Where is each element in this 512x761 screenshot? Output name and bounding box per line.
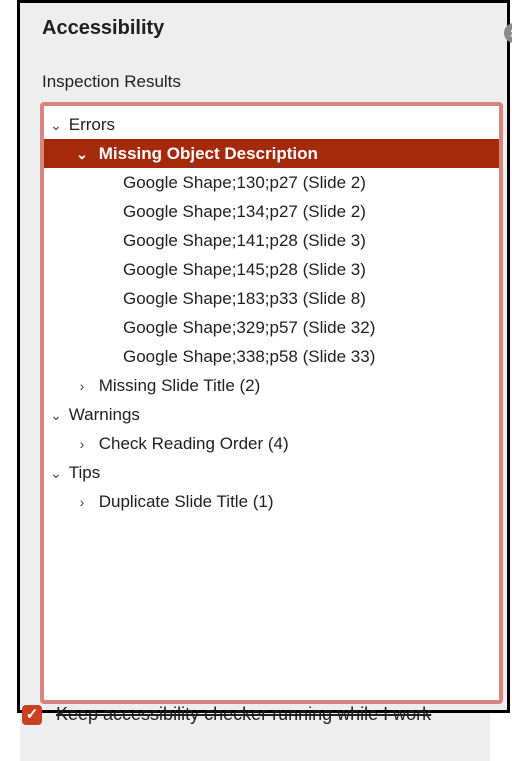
chevron-down-icon: ⌄ xyxy=(76,146,88,162)
tree-item-object[interactable]: Google Shape;134;p27 (Slide 2) xyxy=(44,197,499,226)
tree-item-missing-object-description[interactable]: ⌄ Missing Object Description xyxy=(44,139,499,168)
tree-item-label: Duplicate Slide Title (1) xyxy=(98,492,274,511)
tree-item-warnings[interactable]: ⌄ Warnings xyxy=(44,400,499,429)
tree-item-label: Missing Slide Title (2) xyxy=(98,376,261,395)
tree-item-object[interactable]: Google Shape;183;p33 (Slide 8) xyxy=(44,284,499,313)
keep-running-label: Keep accessibility checker running while… xyxy=(56,704,432,724)
keep-running-checkbox[interactable]: ✓ xyxy=(22,705,42,725)
tree-item-object[interactable]: Google Shape;329;p57 (Slide 32) xyxy=(44,313,499,342)
tree-item-label: Warnings xyxy=(68,405,140,424)
tree-item-label: Google Shape;130;p27 (Slide 2) xyxy=(123,173,366,192)
accessibility-pane: Accessibility × Inspection Results ⌄ Err… xyxy=(17,0,512,713)
chevron-right-icon: › xyxy=(79,378,85,394)
tree-item-label: Missing Object Description xyxy=(98,144,318,163)
chevron-down-icon: ⌄ xyxy=(50,407,62,423)
tree-item-label: Google Shape;141;p28 (Slide 3) xyxy=(123,231,366,250)
checkmark-icon: ✓ xyxy=(25,706,39,723)
tree-item-label: Google Shape;338;p58 (Slide 33) xyxy=(123,347,376,366)
tree-item-object[interactable]: Google Shape;338;p58 (Slide 33) xyxy=(44,342,499,371)
tree-item-label: Errors xyxy=(68,115,116,134)
tree-item-object[interactable]: Google Shape;145;p28 (Slide 3) xyxy=(44,255,499,284)
chevron-down-icon: ⌄ xyxy=(50,465,62,481)
tree-item-duplicate-slide-title[interactable]: › Duplicate Slide Title (1) xyxy=(44,487,499,516)
tree-item-check-reading-order[interactable]: › Check Reading Order (4) xyxy=(44,429,499,458)
chevron-right-icon: › xyxy=(79,494,85,510)
chevron-right-icon: › xyxy=(79,436,85,452)
tree-item-errors[interactable]: ⌄ Errors xyxy=(44,110,499,139)
tree-item-object[interactable]: Google Shape;130;p27 (Slide 2) xyxy=(44,168,499,197)
tree-item-missing-slide-title[interactable]: › Missing Slide Title (2) xyxy=(44,371,499,400)
tree-item-label: Check Reading Order (4) xyxy=(98,434,289,453)
tree-item-label: Google Shape;145;p28 (Slide 3) xyxy=(123,260,366,279)
tree-item-object[interactable]: Google Shape;141;p28 (Slide 3) xyxy=(44,226,499,255)
inspection-results-label: Inspection Results xyxy=(42,72,181,91)
tree-item-label: Google Shape;134;p27 (Slide 2) xyxy=(123,202,366,221)
inspection-results-tree[interactable]: ⌄ Errors ⌄ Missing Object Description Go… xyxy=(40,102,503,704)
chevron-down-icon: ⌄ xyxy=(50,117,62,133)
tree-item-label: Google Shape;183;p33 (Slide 8) xyxy=(123,289,366,308)
close-icon[interactable]: × xyxy=(504,23,512,43)
tree-item-label: Google Shape;329;p57 (Slide 32) xyxy=(123,318,376,337)
tree-item-tips[interactable]: ⌄ Tips xyxy=(44,458,499,487)
pane-title: Accessibility xyxy=(42,17,165,39)
tree-item-label: Tips xyxy=(68,463,101,482)
